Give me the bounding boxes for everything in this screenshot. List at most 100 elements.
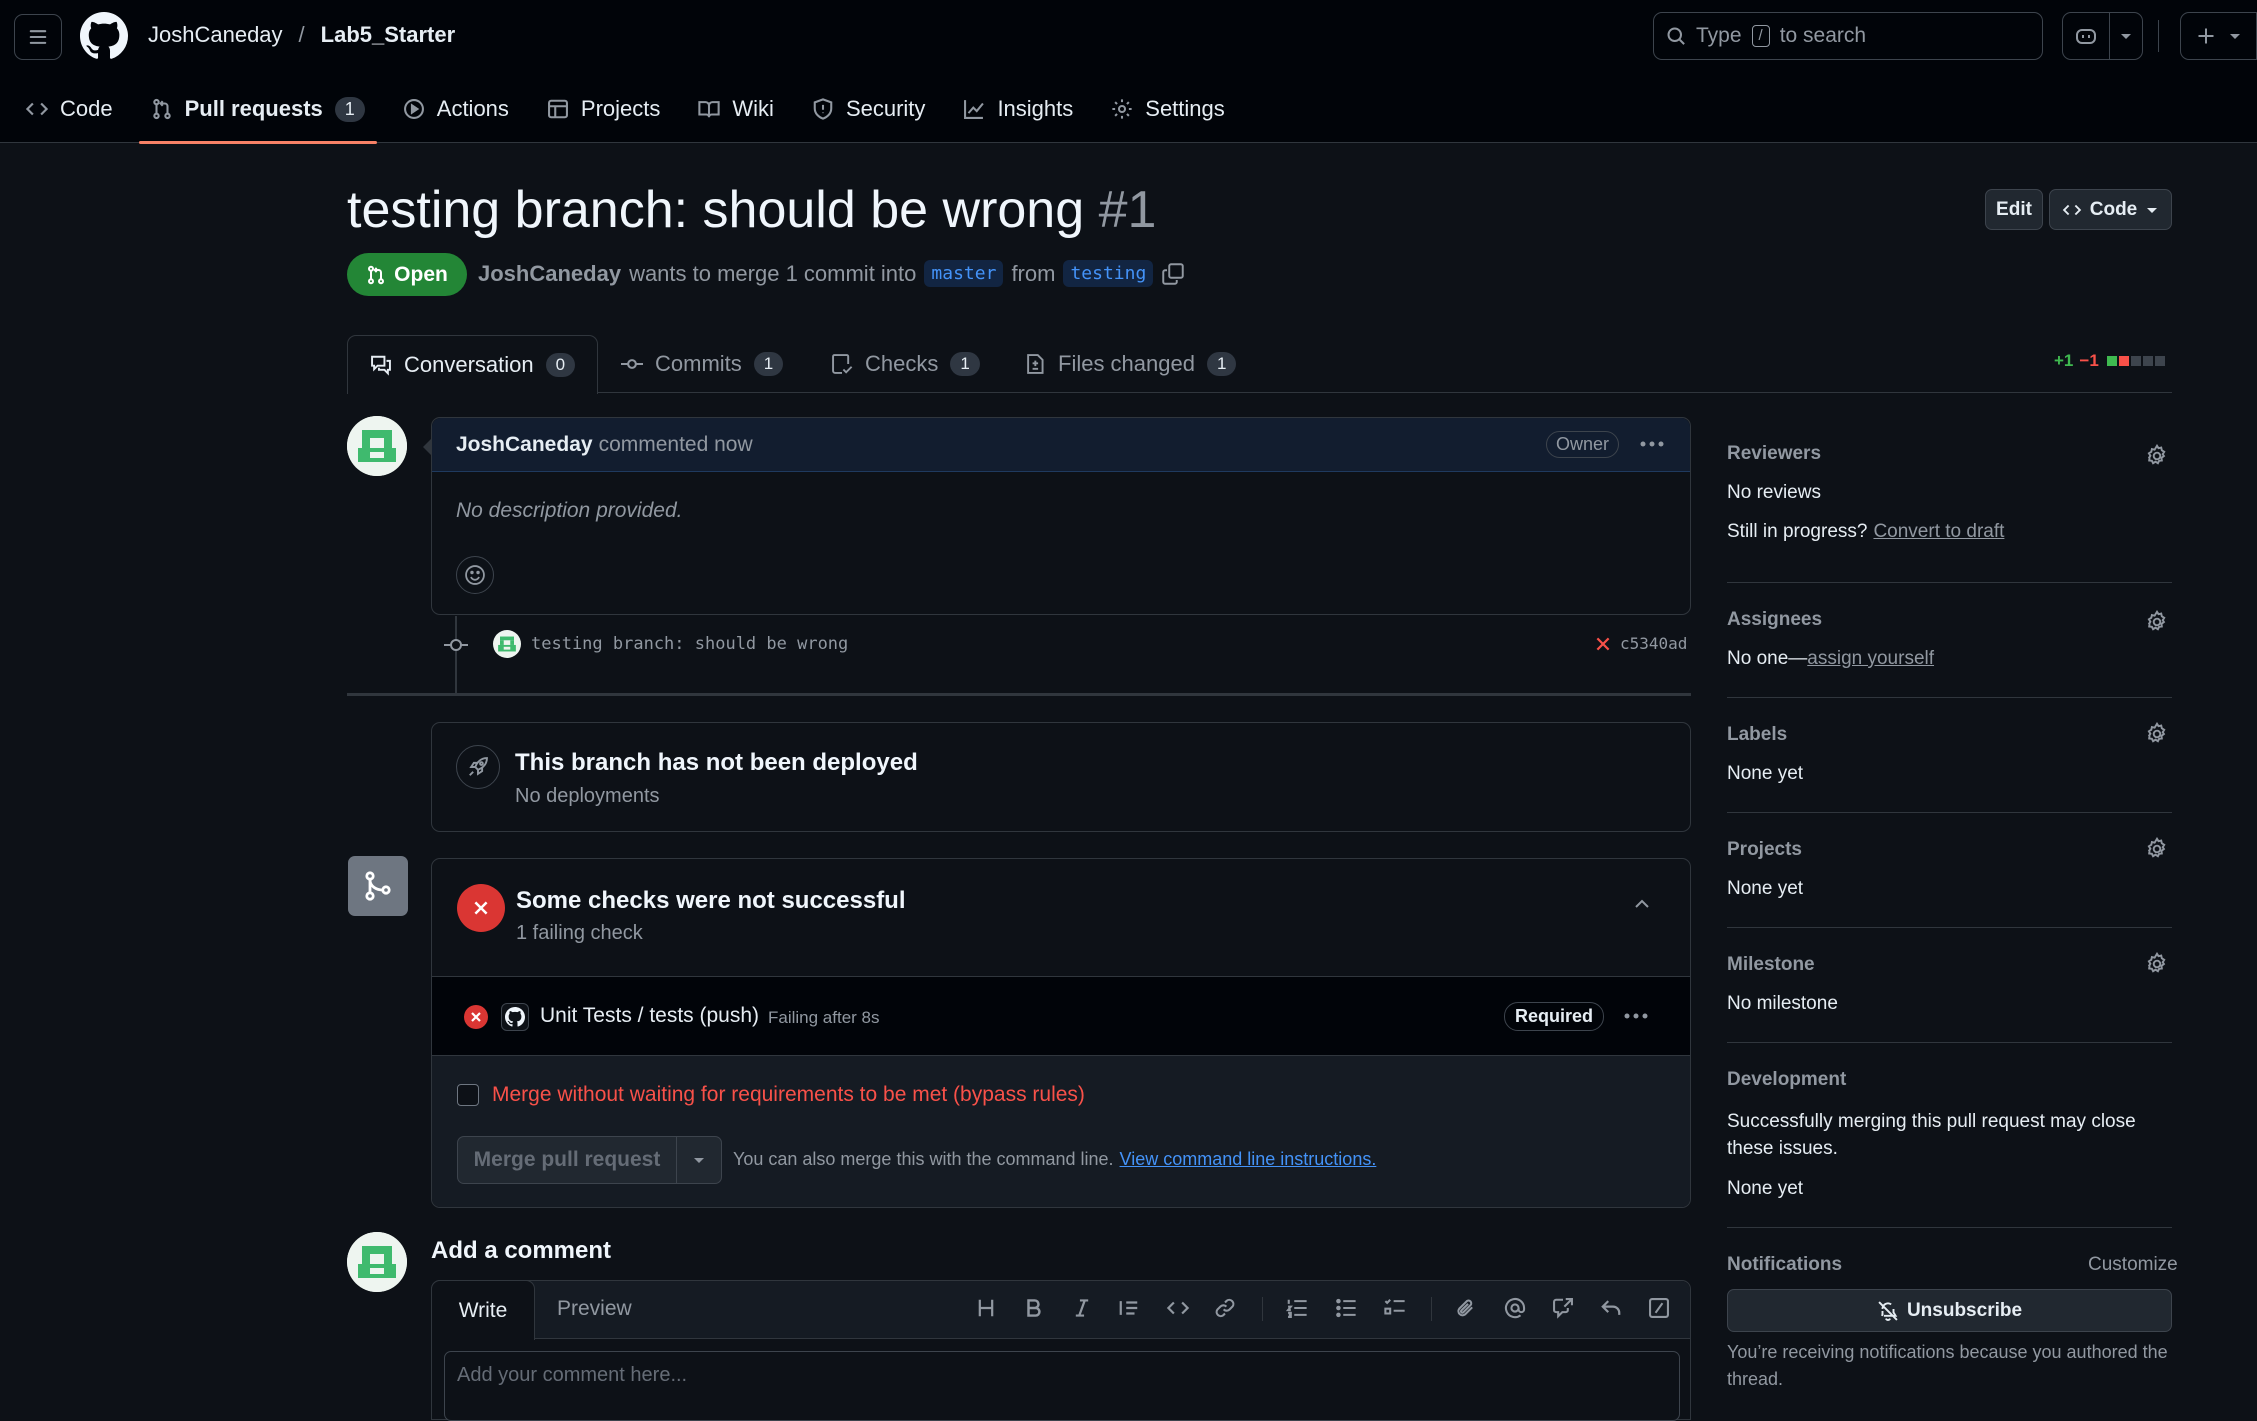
convert-to-draft-link[interactable]: Convert to draft <box>1873 521 2004 543</box>
nav-projects[interactable]: Projects <box>535 84 672 134</box>
cli-instructions-link[interactable]: View command line instructions. <box>1120 1149 1377 1170</box>
bypass-checkbox[interactable] <box>457 1084 479 1106</box>
owner-badge: Owner <box>1546 431 1620 458</box>
milestone-title[interactable]: Milestone <box>1727 954 1815 976</box>
merge-area <box>432 1056 1690 1207</box>
timeline-break <box>347 693 1691 696</box>
slash-command-icon[interactable] <box>1648 1297 1670 1319</box>
assignees-title[interactable]: Assignees <box>1727 609 1822 631</box>
check-name[interactable]: Unit Tests / tests (push) <box>540 1004 759 1028</box>
mention-icon[interactable] <box>1504 1297 1526 1319</box>
menu-button[interactable] <box>14 14 62 60</box>
check-options-button[interactable] <box>1624 1013 1648 1019</box>
italic-icon[interactable] <box>1071 1297 1093 1319</box>
development-title: Development <box>1727 1069 1847 1090</box>
commit-author-avatar[interactable] <box>493 630 521 658</box>
customize-notifications-link[interactable]: Customize <box>2088 1254 2178 1276</box>
ordered-list-icon[interactable] <box>1286 1297 1308 1319</box>
check-item-row: Unit Tests / tests (push) Failing after … <box>432 976 1690 1056</box>
pr-meta: JoshCaneday wants to merge 1 commit into… <box>478 260 1185 287</box>
nav-wiki[interactable]: Wiki <box>686 84 786 134</box>
gear-icon[interactable] <box>2145 610 2169 634</box>
head-branch[interactable]: testing <box>1063 260 1154 287</box>
commit-status: c5340ad <box>1594 634 1687 653</box>
commit-sha[interactable]: c5340ad <box>1620 634 1687 653</box>
collapse-checks-button[interactable] <box>1632 897 1652 911</box>
avatar[interactable] <box>347 1232 407 1292</box>
chevron-down-icon <box>2228 31 2242 41</box>
tab-conversation[interactable]: Conversation 0 <box>347 335 599 394</box>
deployment-subtitle: No deployments <box>515 785 660 807</box>
app-header: JoshCaneday / Lab5_Starter Type / to sea… <box>0 0 2257 144</box>
search-input[interactable]: Type / to search <box>1653 12 2043 60</box>
copilot-button[interactable] <box>2062 12 2110 60</box>
code-dropdown-button[interactable]: Code <box>2049 189 2172 230</box>
nav-settings[interactable]: Settings <box>1099 84 1237 134</box>
tab-preview[interactable]: Preview <box>557 1297 632 1321</box>
unsubscribe-button[interactable]: Unsubscribe <box>1727 1289 2172 1332</box>
edit-button[interactable]: Edit <box>1985 189 2043 230</box>
owner-link[interactable]: JoshCaneday <box>148 22 283 48</box>
labels-title[interactable]: Labels <box>1727 724 1787 746</box>
github-actions-icon <box>501 1003 529 1031</box>
nav-security[interactable]: Security <box>800 84 937 134</box>
pr-title-text: testing branch: should be wrong <box>347 181 1085 239</box>
base-branch[interactable]: master <box>924 260 1004 287</box>
projects-title[interactable]: Projects <box>1727 839 1802 861</box>
tab-files-changed[interactable]: Files changed 1 <box>1024 335 1237 393</box>
deployment-title: This branch has not been deployed <box>515 749 918 776</box>
link-icon[interactable] <box>1214 1297 1236 1319</box>
search-shortcut-key: / <box>1751 25 1770 47</box>
merge-options-button[interactable] <box>676 1136 722 1184</box>
x-icon[interactable] <box>1594 635 1612 653</box>
paperclip-icon[interactable] <box>1455 1297 1477 1319</box>
plus-icon <box>2196 26 2216 46</box>
nav-code[interactable]: Code <box>14 84 125 134</box>
repo-link[interactable]: Lab5_Starter <box>321 22 456 48</box>
quote-icon[interactable] <box>1118 1297 1140 1319</box>
commit-message[interactable]: testing branch: should be wrong <box>531 634 848 654</box>
gear-icon[interactable] <box>2145 837 2169 861</box>
nav-actions[interactable]: Actions <box>391 84 521 134</box>
bypass-label[interactable]: Merge without waiting for requirements t… <box>492 1083 1085 1107</box>
bold-icon[interactable] <box>1023 1297 1045 1319</box>
nav-pull-requests[interactable]: Pull requests 1 <box>138 84 377 144</box>
gear-icon[interactable] <box>2145 952 2169 976</box>
tab-write[interactable]: Write <box>431 1280 535 1340</box>
merge-pull-request-button[interactable]: Merge pull request <box>457 1136 677 1184</box>
create-new-button[interactable] <box>2180 12 2257 60</box>
copy-icon[interactable] <box>1161 262 1185 286</box>
comment-arrow <box>423 438 432 456</box>
assign-yourself-link[interactable]: assign yourself <box>1807 648 1934 669</box>
comment-textarea[interactable]: Add your comment here... <box>444 1351 1680 1421</box>
reply-icon[interactable] <box>1600 1297 1622 1319</box>
comment-author[interactable]: JoshCaneday <box>456 433 593 457</box>
sidebar-divider <box>1727 812 2172 813</box>
checks-subtitle: 1 failing check <box>516 922 643 944</box>
gear-icon[interactable] <box>2145 722 2169 746</box>
avatar[interactable] <box>347 416 407 476</box>
unordered-list-icon[interactable] <box>1335 1297 1357 1319</box>
gear-icon[interactable] <box>2145 444 2169 468</box>
check-status-text: Failing after 8s <box>768 1008 880 1027</box>
comment-body: No description provided. <box>456 499 683 522</box>
heading-icon[interactable] <box>975 1297 997 1319</box>
github-logo-icon[interactable] <box>80 12 128 60</box>
tab-commits[interactable]: Commits 1 <box>621 335 784 393</box>
nav-insights[interactable]: Insights <box>951 84 1085 134</box>
comment-options-button[interactable] <box>1632 428 1672 460</box>
code-icon <box>2062 201 2082 219</box>
reviewers-title[interactable]: Reviewers <box>1727 443 1821 465</box>
header-divider <box>2158 20 2159 52</box>
copilot-dropdown-button[interactable] <box>2109 12 2143 60</box>
rocket-icon <box>456 745 500 789</box>
add-reaction-button[interactable] <box>456 556 494 594</box>
comment-timestamp[interactable]: commented now <box>599 433 753 457</box>
cross-reference-icon[interactable] <box>1552 1297 1574 1319</box>
pr-tabs: Conversation 0 Commits 1 Checks 1 Files … <box>347 335 2172 394</box>
tab-checks[interactable]: Checks 1 <box>831 335 980 393</box>
pr-author[interactable]: JoshCaneday <box>478 261 621 287</box>
tasklist-icon[interactable] <box>1383 1297 1407 1319</box>
code-icon[interactable] <box>1166 1297 1190 1319</box>
play-icon <box>403 98 425 120</box>
